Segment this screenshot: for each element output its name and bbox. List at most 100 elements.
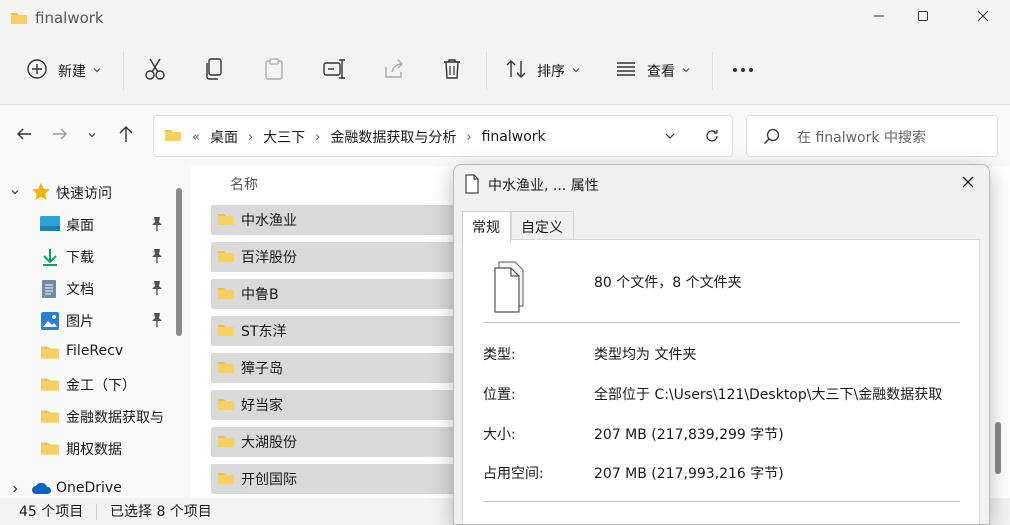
close-icon xyxy=(977,10,989,26)
more-button[interactable] xyxy=(732,56,754,86)
file-name: 中鲁B xyxy=(241,287,279,303)
star-icon xyxy=(31,182,51,206)
chevron-right-icon[interactable]: › xyxy=(248,130,253,145)
paste-button[interactable] xyxy=(264,56,284,86)
search-icon xyxy=(763,128,781,150)
sidebar-item-jingong[interactable]: 金工（下） xyxy=(0,370,175,400)
folder-icon xyxy=(217,396,235,416)
sidebar-item-desktop[interactable]: 桌面 xyxy=(0,210,175,240)
dialog-title: 中水渔业, ... 属性 xyxy=(488,178,599,194)
sidebar-scrollbar[interactable] xyxy=(176,188,182,336)
table-row[interactable]: 好当家 xyxy=(211,390,471,420)
back-button[interactable] xyxy=(13,125,35,147)
pin-icon[interactable] xyxy=(150,216,164,236)
table-row[interactable]: 开创国际 xyxy=(211,464,471,494)
chevron-right-icon[interactable]: › xyxy=(466,130,471,145)
sidebar-item-quick-access[interactable]: 快速访问 xyxy=(0,178,175,208)
command-bar: 新建 排序 查看 xyxy=(0,38,1010,104)
folder-icon xyxy=(217,359,235,379)
sidebar-item-options-data[interactable]: 期权数据 xyxy=(0,434,175,464)
search-input[interactable]: 在 finalwork 中搜索 xyxy=(797,127,926,147)
file-name: 大湖股份 xyxy=(241,435,297,451)
sidebar-item-label: FileRecv xyxy=(66,343,124,359)
download-icon xyxy=(40,247,60,271)
table-row[interactable]: 中水渔业 xyxy=(211,205,471,235)
address-bar[interactable]: « 桌面 › 大三下 › 金融数据获取与分析 › finalwork xyxy=(153,115,733,157)
selection-summary: 80 个文件，8 个文件夹 xyxy=(594,275,742,291)
pin-icon[interactable] xyxy=(150,312,164,332)
sidebar-item-downloads[interactable]: 下载 xyxy=(0,242,175,272)
crumb-desktop[interactable]: 桌面 xyxy=(210,127,238,147)
sidebar-item-pictures[interactable]: 图片 xyxy=(0,306,175,336)
maximize-button[interactable] xyxy=(908,7,938,29)
title-bar: finalwork xyxy=(0,0,1010,38)
pictures-icon xyxy=(40,311,60,335)
crumb-finalwork[interactable]: finalwork xyxy=(482,129,546,145)
file-list-scrollbar[interactable] xyxy=(995,422,1001,474)
share-button[interactable] xyxy=(383,56,405,86)
folder-icon xyxy=(40,375,60,397)
cloud-icon xyxy=(31,481,53,499)
overflow-chevron[interactable]: « xyxy=(192,130,200,145)
folder-icon xyxy=(40,343,60,365)
sidebar-item-financial-data[interactable]: 金融数据获取与 xyxy=(0,402,175,432)
chevron-right-icon[interactable]: › xyxy=(315,130,320,145)
forward-button[interactable] xyxy=(49,125,71,147)
window-title: finalwork xyxy=(35,9,104,27)
tab-general[interactable]: 常规 xyxy=(462,211,511,243)
delete-button[interactable] xyxy=(442,56,462,86)
crumb-course[interactable]: 金融数据获取与分析 xyxy=(330,127,456,147)
quick-access-label: 快速访问 xyxy=(56,186,112,202)
view-button[interactable]: 查看 xyxy=(615,56,691,86)
divider xyxy=(483,501,960,502)
pin-icon[interactable] xyxy=(150,280,164,300)
toolbar-divider xyxy=(123,52,124,90)
rename-button[interactable] xyxy=(322,56,346,86)
close-button[interactable] xyxy=(968,7,998,29)
chevron-down-icon xyxy=(87,128,97,144)
new-button[interactable]: 新建 xyxy=(26,56,102,86)
toolbar-divider xyxy=(712,52,713,90)
sidebar-item-label: 桌面 xyxy=(66,218,94,234)
up-button[interactable] xyxy=(115,125,137,147)
chevron-right-icon[interactable] xyxy=(10,482,20,498)
view-label: 查看 xyxy=(647,64,675,80)
minimize-button[interactable] xyxy=(864,7,894,29)
chevron-down-icon xyxy=(571,63,581,79)
sidebar-item-filerecv[interactable]: FileRecv xyxy=(0,338,175,368)
table-row[interactable]: 中鲁B xyxy=(211,279,471,309)
onedrive-label: OneDrive xyxy=(56,480,122,496)
refresh-icon[interactable] xyxy=(704,128,720,148)
sort-icon xyxy=(505,58,527,84)
table-row[interactable]: 百洋股份 xyxy=(211,242,471,272)
chevron-down-icon[interactable] xyxy=(664,130,676,146)
folder-icon xyxy=(217,248,235,268)
copy-button[interactable] xyxy=(204,56,224,86)
sidebar-item-label: 期权数据 xyxy=(66,442,122,458)
folder-icon xyxy=(217,322,235,342)
sidebar-item-label: 文档 xyxy=(66,282,94,298)
sidebar-item-label: 金工（下） xyxy=(66,378,136,394)
file-name: 獐子岛 xyxy=(241,361,283,377)
crumb-junior-2[interactable]: 大三下 xyxy=(263,127,305,147)
table-row[interactable]: 大湖股份 xyxy=(211,427,471,457)
sort-button[interactable]: 排序 xyxy=(505,56,581,86)
sidebar-item-documents[interactable]: 文档 xyxy=(0,274,175,304)
dialog-close-button[interactable] xyxy=(957,173,979,195)
file-name: ST东洋 xyxy=(241,324,287,340)
folder-icon xyxy=(164,127,182,147)
column-header-name[interactable]: 名称 xyxy=(230,174,258,194)
minimize-icon xyxy=(873,10,885,26)
rename-icon xyxy=(322,58,346,84)
search-box[interactable]: 在 finalwork 中搜索 xyxy=(746,115,998,157)
recent-locations-button[interactable] xyxy=(81,125,103,147)
pin-icon[interactable] xyxy=(150,248,164,268)
sidebar-item-label: 下载 xyxy=(66,250,94,266)
prop-value-type: 类型均为 文件夹 xyxy=(594,347,697,363)
table-row[interactable]: ST东洋 xyxy=(211,316,471,346)
cut-button[interactable] xyxy=(144,56,166,86)
copy-icon xyxy=(204,57,224,85)
divider xyxy=(483,322,960,323)
chevron-down-icon[interactable] xyxy=(10,185,20,201)
table-row[interactable]: 獐子岛 xyxy=(211,353,471,383)
